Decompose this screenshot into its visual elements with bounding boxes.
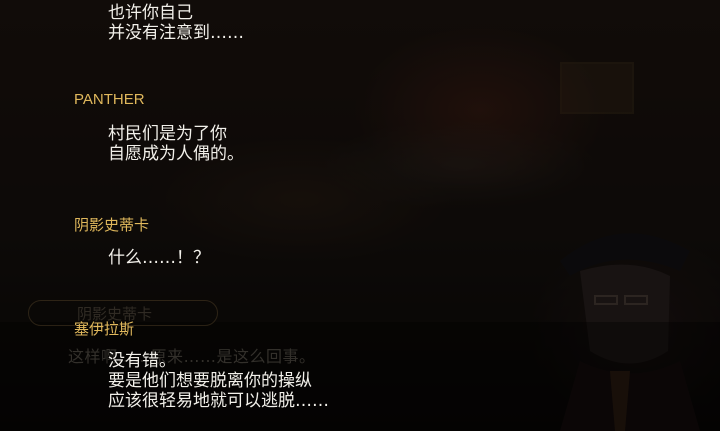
dialog-line: 没有错。 — [108, 351, 176, 371]
speaker-name: 阴影史蒂卡 — [74, 217, 150, 234]
backlog-panel[interactable]: 也许你自己 并没有注意到…… PANTHER 村民们是为了你 自愿成为人偶的。 … — [0, 0, 720, 431]
entry-lines: 什么……！？ — [108, 248, 210, 268]
speaker-name: 塞伊拉斯 — [74, 321, 135, 338]
dialog-line: 也许你自己 — [108, 3, 193, 23]
speaker-name: PANTHER — [74, 91, 145, 108]
dialog-line: 村民们是为了你 — [108, 124, 227, 144]
entry-lines: 村民们是为了你 自愿成为人偶的。 — [108, 124, 244, 164]
dialog-line: 什么……！？ — [108, 248, 210, 268]
entry-lines: 也许你自己 并没有注意到…… — [108, 3, 244, 43]
dialog-line: 并没有注意到…… — [108, 23, 244, 43]
dialog-line: 应该很轻易地就可以逃脱…… — [108, 391, 329, 411]
dialog-line: 要是他们想要脱离你的操纵 — [108, 371, 312, 391]
entry-lines: 没有错。 要是他们想要脱离你的操纵 应该很轻易地就可以逃脱…… — [108, 351, 329, 411]
dialog-line: 自愿成为人偶的。 — [108, 144, 244, 164]
